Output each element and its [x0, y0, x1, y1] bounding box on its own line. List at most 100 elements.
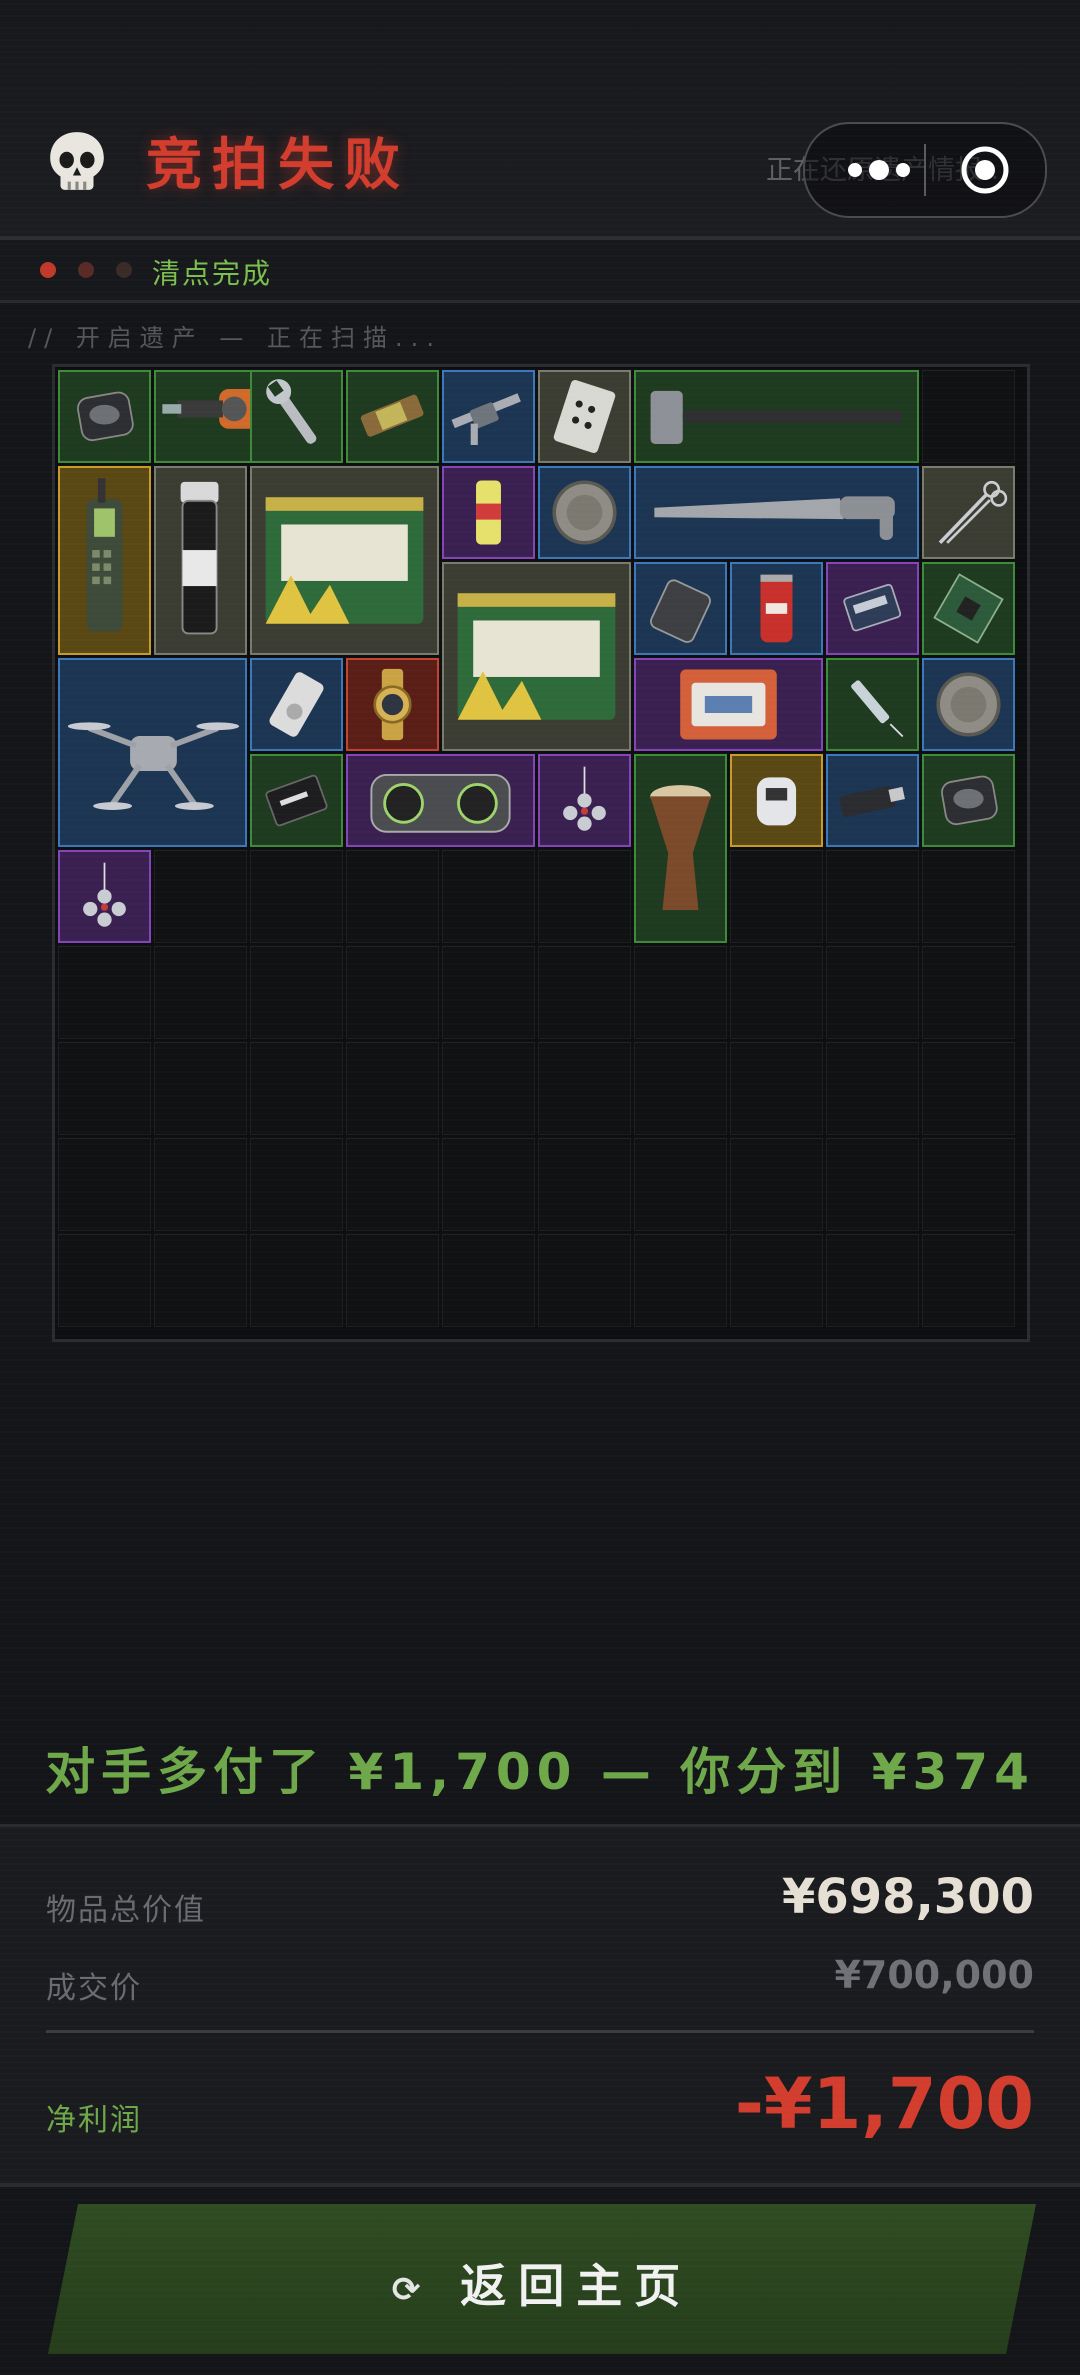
item-playing-card[interactable]	[538, 370, 631, 463]
item-pulse-oximeter[interactable]	[730, 754, 823, 847]
item-syringe[interactable]	[826, 658, 919, 751]
item-crystal-ornament[interactable]	[58, 850, 151, 943]
more-icon[interactable]	[835, 150, 923, 190]
deal-price-label: 成交价	[46, 1971, 142, 2006]
scan-status-text: // 开启遗产 — 正在扫描...	[28, 324, 442, 352]
item-quadcopter-drone[interactable]	[58, 658, 247, 847]
item-sledgehammer[interactable]	[634, 370, 919, 463]
empty-grid-cell	[538, 850, 631, 943]
page-title: 竞拍失败	[146, 133, 410, 198]
empty-grid-cell	[922, 1138, 1015, 1231]
empty-grid-cell	[538, 1234, 631, 1327]
empty-grid-cell	[154, 850, 247, 943]
item-circuit-board[interactable]	[922, 562, 1015, 655]
empty-grid-cell	[538, 1138, 631, 1231]
empty-grid-cell	[922, 1234, 1015, 1327]
progress-dot	[78, 262, 94, 278]
item-digital-caliper[interactable]	[442, 370, 535, 463]
item-old-coin[interactable]	[538, 466, 631, 559]
empty-grid-cell	[250, 946, 343, 1039]
total-value-label: 物品总价值	[46, 1893, 206, 1928]
item-emergency-candles-box[interactable]	[250, 466, 439, 655]
empty-grid-cell	[538, 1042, 631, 1135]
empty-grid-cell	[58, 946, 151, 1039]
inventory-grid	[52, 364, 1030, 1342]
empty-grid-cell	[250, 1138, 343, 1231]
empty-grid-cell	[634, 1138, 727, 1231]
progress-label: 清点完成	[152, 257, 273, 290]
return-home-button[interactable]: ⟳ 返回主页	[48, 2204, 1036, 2354]
item-machete[interactable]	[634, 466, 919, 559]
empty-grid-cell	[250, 850, 343, 943]
progress-dot	[116, 262, 132, 278]
return-home-row: ⟳ 返回主页	[48, 2250, 1036, 2316]
item-good-luck-card[interactable]	[250, 754, 343, 847]
empty-grid-cell	[634, 1042, 727, 1135]
empty-grid-cell	[442, 850, 535, 943]
empty-grid-cell	[538, 946, 631, 1039]
result-message: 对手多付了 ¥1,700 — 你分到 ¥374	[45, 1743, 1035, 1801]
empty-grid-cell	[154, 1234, 247, 1327]
item-sample-vial[interactable]	[154, 466, 247, 655]
summary-divider	[46, 2030, 1034, 2033]
item-edc-kit[interactable]	[634, 658, 823, 751]
empty-grid-cell	[346, 1138, 439, 1231]
empty-grid-cell	[58, 1138, 151, 1231]
empty-grid-cell	[346, 1042, 439, 1135]
item-djembe-drum[interactable]	[634, 754, 727, 943]
empty-grid-cell	[442, 946, 535, 1039]
empty-grid-cell	[730, 1042, 823, 1135]
total-value: ¥698,300	[781, 1869, 1034, 1925]
net-profit: -¥1,700	[734, 2063, 1034, 2145]
empty-grid-cell	[346, 946, 439, 1039]
net-profit-label: 净利润	[46, 2103, 142, 2138]
empty-grid-cell	[826, 946, 919, 1039]
miniprogram-capsule	[803, 122, 1047, 218]
empty-grid-cell	[826, 1234, 919, 1327]
empty-grid-cell	[154, 946, 247, 1039]
empty-grid-cell	[730, 1138, 823, 1231]
item-power-bank[interactable]	[634, 562, 727, 655]
item-crystal-ornament[interactable]	[538, 754, 631, 847]
empty-grid-cell	[634, 946, 727, 1039]
item-energy-bar[interactable]	[346, 370, 439, 463]
item-energy-drink-can[interactable]	[442, 466, 535, 559]
progress-dot	[40, 262, 56, 278]
empty-grid-cell	[250, 1234, 343, 1327]
empty-grid-cell	[826, 850, 919, 943]
deal-price: ¥700,000	[834, 1953, 1034, 1997]
item-mp3-player[interactable]	[250, 658, 343, 751]
item-satellite-phone[interactable]	[58, 466, 151, 655]
progress-row: 清点完成	[0, 240, 1080, 303]
item-wireless-charger-pad[interactable]	[922, 754, 1015, 847]
empty-grid-cell	[442, 1042, 535, 1135]
refresh-icon: ⟳	[391, 2269, 433, 2310]
empty-grid-cell	[922, 946, 1015, 1039]
empty-grid-cell	[730, 946, 823, 1039]
empty-grid-cell	[58, 1042, 151, 1135]
target-icon[interactable]	[959, 144, 1011, 196]
empty-grid-cell	[154, 1042, 247, 1135]
empty-grid-cell	[922, 850, 1015, 943]
item-emergency-candles-box[interactable]	[442, 562, 631, 751]
empty-grid-cell	[250, 1042, 343, 1135]
empty-grid-cell	[730, 1234, 823, 1327]
empty-grid-cell	[634, 1234, 727, 1327]
item-memory-module[interactable]	[826, 562, 919, 655]
item-wireless-charger-pad[interactable]	[58, 370, 151, 463]
top-header: 竞拍失败 正在还原遗产情报...	[0, 0, 1080, 240]
item-gold-wristwatch[interactable]	[346, 658, 439, 751]
item-usb-drive[interactable]	[826, 754, 919, 847]
return-home-label: 返回主页	[460, 2259, 693, 2313]
item-adjustable-wrench[interactable]	[250, 370, 343, 463]
empty-grid-cell	[346, 1234, 439, 1327]
item-boombox-speaker[interactable]	[346, 754, 535, 847]
empty-grid-cell	[826, 1138, 919, 1231]
item-cola-can[interactable]	[730, 562, 823, 655]
empty-grid-cell	[922, 370, 1015, 463]
empty-grid-cell	[442, 1234, 535, 1327]
empty-grid-cell	[922, 1042, 1015, 1135]
item-surgical-scissors[interactable]	[922, 466, 1015, 559]
capsule-divider	[924, 144, 926, 196]
item-old-coin[interactable]	[922, 658, 1015, 751]
